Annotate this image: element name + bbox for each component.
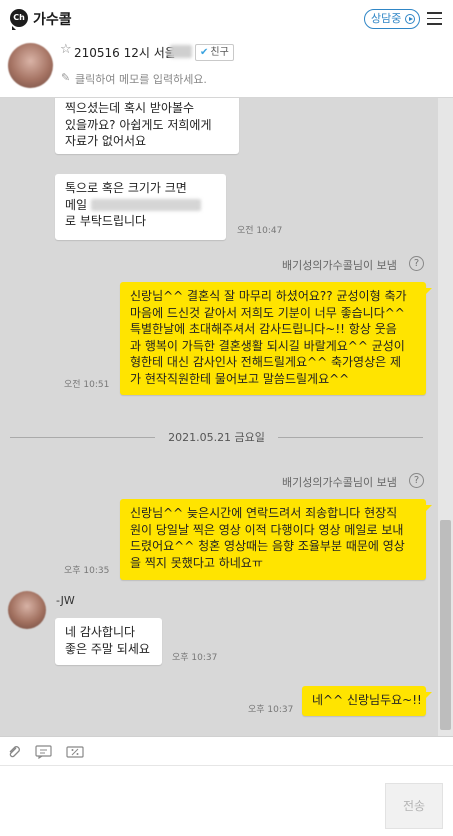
- message-time: 오전 10:51: [64, 380, 110, 390]
- quick-reply-icon[interactable]: [35, 745, 53, 763]
- avatar[interactable]: [8, 591, 46, 629]
- outgoing-message: 네^^ 신랑님두요~!!: [302, 686, 432, 716]
- status-button[interactable]: 상담중: [364, 9, 421, 29]
- incoming-message: 찍으셨는데 혹시 받아볼수 있을까요? 아쉽게도 저희에게 자료가 없어서요: [55, 98, 239, 154]
- hamburger-icon[interactable]: [427, 12, 442, 25]
- paperclip-icon[interactable]: [7, 745, 21, 763]
- message-time: 오후 10:37: [248, 705, 294, 715]
- customer-name: 210516 12시 서울: [74, 46, 176, 60]
- outgoing-message: 신랑님^^ 결혼식 잘 마무리 하셨어요?? 균성이형 축가 마음에 드신것 같…: [120, 282, 432, 395]
- star-icon[interactable]: ☆: [60, 42, 72, 57]
- scrollbar-thumb[interactable]: [440, 520, 451, 730]
- memo-field[interactable]: 클릭하여 메모를 입력하세요.: [75, 71, 207, 87]
- chat-area: 찍으셨는데 혹시 받아볼수 있을까요? 아쉽게도 저희에게 자료가 없어서요 톡…: [0, 98, 453, 736]
- composer-toolbar: [0, 736, 453, 766]
- outgoing-message: 신랑님^^ 늦은시간에 연락드려서 죄송합니다 현장직 원이 당일날 찍은 영상…: [120, 499, 432, 580]
- help-icon[interactable]: ?: [409, 256, 424, 271]
- profile-header: ☆ 210516 12시 서울 ✔ 친구 ✎ 클릭하여 메모를 입력하세요.: [0, 38, 453, 98]
- incoming-message: 톡으로 혹은 크기가 크면 메일 로 부탁드립니다: [55, 174, 226, 240]
- sender-label: 배기성의가수콜님이 보냄: [282, 259, 397, 272]
- coupon-icon[interactable]: [66, 745, 84, 763]
- pencil-icon: ✎: [61, 71, 71, 84]
- message-time: 오전 10:47: [237, 226, 283, 236]
- sender-label: 배기성의가수콜님이 보냄: [282, 476, 397, 489]
- status-label: 상담중: [371, 12, 402, 25]
- play-icon: [405, 14, 416, 24]
- message-time: 오후 10:37: [172, 653, 218, 663]
- send-button[interactable]: 전송: [385, 783, 443, 829]
- incoming-message: 네 감사합니다 좋은 주말 되세요: [55, 618, 162, 665]
- redacted-email: [90, 199, 201, 211]
- friend-badge: ✔ 친구: [195, 44, 234, 61]
- message-time: 오후 10:35: [64, 566, 110, 576]
- help-icon[interactable]: ?: [409, 473, 424, 488]
- sender-name: -JW: [56, 594, 75, 607]
- avatar[interactable]: [8, 43, 53, 88]
- redacted-name: [170, 45, 192, 58]
- channel-logo-icon: Ch: [10, 9, 28, 30]
- top-bar: Ch 가수콜 상담중: [0, 0, 453, 38]
- check-icon: ✔: [200, 47, 209, 58]
- app-title: 가수콜: [33, 12, 72, 28]
- date-divider: 2021.05.21 금요일: [10, 429, 423, 445]
- message-input[interactable]: 전송: [0, 766, 453, 836]
